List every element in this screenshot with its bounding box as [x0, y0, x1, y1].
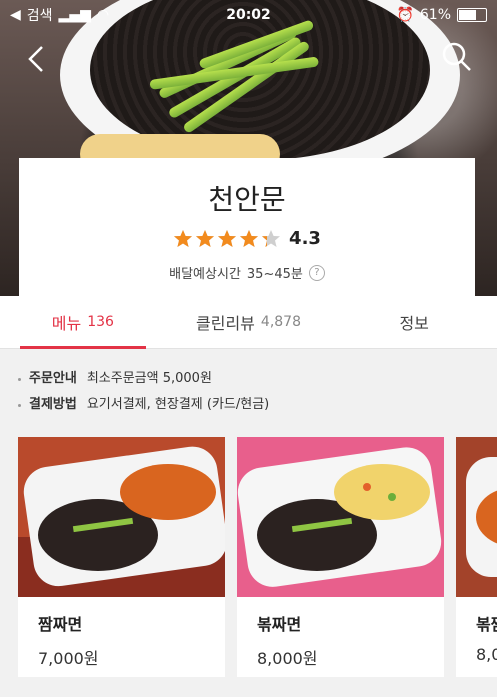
bullet-icon — [18, 377, 21, 381]
menu-image — [237, 437, 444, 597]
help-icon[interactable]: ? — [308, 264, 325, 281]
tab-label: 메뉴 — [51, 314, 82, 333]
menu-card[interactable]: 볶짬 8,0 — [456, 437, 497, 677]
tab-reviews[interactable]: 클린리뷰 4,878 — [166, 296, 332, 348]
menu-image — [18, 437, 225, 597]
tab-count: 136 — [87, 314, 114, 330]
tab-info[interactable]: 정보 — [331, 296, 497, 348]
delivery-label: 배달예상시간 — [169, 267, 241, 282]
bullet-icon — [18, 403, 21, 407]
delivery-time: 35~45분 — [246, 267, 303, 282]
delivery-info: 배달예상시간 35~45분 ? — [19, 263, 475, 282]
status-time: 20:02 — [226, 7, 271, 23]
restaurant-name: 천안문 — [208, 183, 286, 216]
menu-card[interactable]: 짬짜면 7,000원 — [18, 437, 225, 677]
menu-price: 8,000원 — [257, 649, 318, 668]
tab-count: 4,878 — [260, 314, 301, 330]
order-info: 주문안내 최소주문금액 5,000원 결제방법 요기서결제, 현장결제 (카드/… — [18, 366, 269, 418]
back-to-app-label[interactable]: 검색 — [27, 5, 53, 25]
info-value: 요기서결제, 현장결제 (카드/현금) — [86, 397, 270, 412]
info-row: 주문안내 최소주문금액 5,000원 — [18, 366, 269, 392]
star-icon — [174, 229, 193, 247]
search-icon[interactable] — [440, 40, 474, 74]
info-value: 최소주문금액 5,000원 — [86, 371, 212, 386]
star-icon — [240, 229, 259, 247]
rating-value: 4.3 — [289, 228, 321, 249]
star-icon — [196, 229, 215, 247]
alarm-icon: ⏰ — [396, 7, 414, 23]
info-label: 주문안내 — [29, 371, 77, 386]
battery-icon — [457, 8, 487, 22]
battery-percent: 61% — [419, 7, 451, 23]
menu-price: 7,000원 — [38, 649, 99, 668]
status-bar: ◀ 검색 ▂▄▆ ◠ 20:02 ⏰ 61% — [0, 0, 497, 30]
back-to-app-icon[interactable]: ◀ — [10, 7, 21, 23]
restaurant-card: 천안문 4.3 배달예상시간 35~45분 ? — [19, 158, 475, 296]
back-arrow-icon[interactable] — [22, 44, 52, 74]
tab-label: 클린리뷰 — [196, 314, 255, 333]
menu-image — [456, 437, 497, 597]
menu-list: 짬짜면 7,000원 볶짜면 8,000원 볶짬 8,0 — [18, 437, 497, 677]
menu-card[interactable]: 볶짜면 8,000원 — [237, 437, 444, 677]
star-rating — [173, 229, 281, 249]
tab-bar: 메뉴 136 클린리뷰 4,878 정보 — [0, 296, 497, 349]
wifi-icon: ◠ — [96, 7, 110, 23]
menu-name: 짬짜면 — [38, 615, 83, 634]
star-icon — [218, 229, 237, 247]
tab-menu[interactable]: 메뉴 136 — [0, 296, 166, 349]
tab-label: 정보 — [399, 314, 429, 333]
star-icon — [262, 229, 281, 247]
menu-name: 볶짬 — [476, 615, 497, 634]
menu-name: 볶짜면 — [257, 615, 302, 634]
info-row: 결제방법 요기서결제, 현장결제 (카드/현금) — [18, 392, 269, 418]
info-label: 결제방법 — [29, 397, 77, 412]
rating: 4.3 — [19, 228, 475, 249]
menu-price: 8,0 — [476, 645, 497, 664]
signal-icon: ▂▄▆ — [58, 7, 91, 23]
